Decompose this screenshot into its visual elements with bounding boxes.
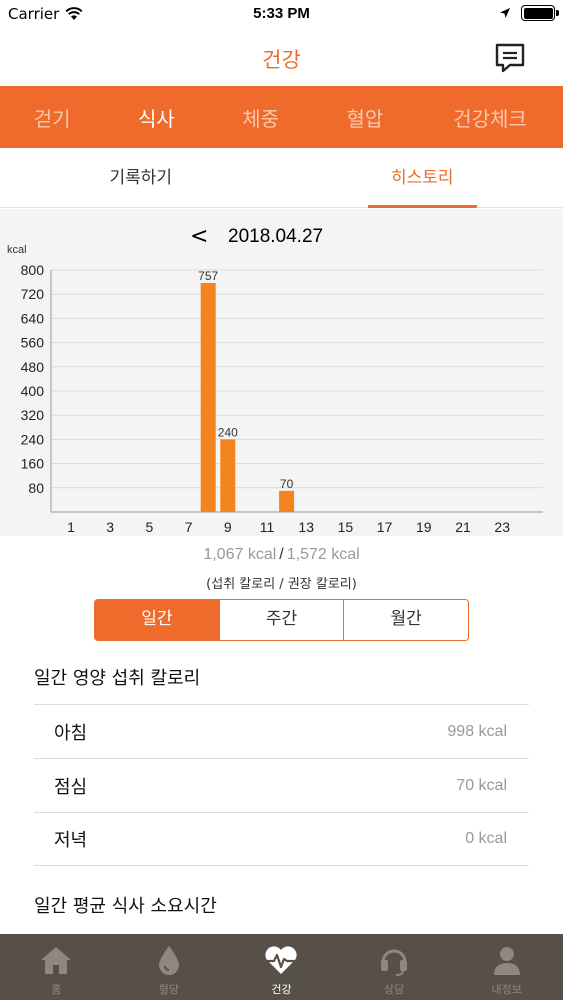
y-axis-label: kcal [7,244,27,256]
bar-value-label: 757 [198,269,218,283]
status-time: 5:33 PM [253,5,310,22]
x-tick-label: 1 [67,519,75,535]
tab-health-check[interactable]: 건강체크 [417,103,563,132]
y-tick-label: 80 [28,480,44,496]
meal-row-breakfast: 아침 998 kcal [34,704,529,758]
bar [279,490,295,512]
x-tick-label: 15 [338,519,354,535]
category-tabs: 걷기 식사 체중 혈압 건강체크 [0,86,563,148]
x-tick-label: 11 [260,519,275,535]
duration-section-title: 일간 평균 식사 소요시간 [34,896,217,917]
meal-row-dinner: 저녁 0 kcal [34,812,529,866]
nav-my-info[interactable]: 내정보 [450,934,563,1000]
status-right [499,5,559,21]
meal-name: 저녁 [54,830,88,851]
nav-blood-sugar[interactable]: 혈당 [113,934,226,1000]
x-tick-label: 23 [494,519,510,535]
bar-value-label: 240 [218,425,238,439]
x-tick-label: 3 [106,519,114,535]
y-tick-label: 400 [21,383,45,399]
period-weekly[interactable]: 주간 [218,600,344,640]
blood-drop-icon [158,946,179,975]
nav-label: 상담 [383,983,405,996]
nav-label: 건강 [271,983,292,996]
calorie-bar-chart: kcal800720640560480400320240160801 3 5 7 9 11… [7,244,543,535]
x-tick-label: 19 [416,519,432,535]
y-tick-label: 720 [21,286,45,302]
nav-label: 홈 [51,983,62,996]
x-tick-label: 21 [455,519,471,535]
totals-caption: (섭취 칼로리 / 권장 칼로리) [206,577,357,592]
period-daily[interactable]: 일간 [95,600,219,640]
meal-name: 아침 [54,722,88,744]
intake-kcal: 1,067 kcal [203,546,277,563]
bottom-nav: 홈 혈당 건강 상담 내정보 [0,934,563,1000]
nav-health[interactable]: 건강 [225,934,338,1000]
app-header: 건강 [0,30,563,86]
nav-label: 내정보 [491,983,522,996]
meal-kcal: 70 kcal [456,776,507,794]
meal-row-lunch: 점심 70 kcal [34,758,529,812]
battery-icon [521,5,559,21]
meal-kcal: 998 kcal [447,722,507,740]
y-tick-label: 320 [21,407,45,423]
bar-value-label: 70 [280,477,294,491]
meal-list: 아침 998 kcal 점심 70 kcal 저녁 0 kcal [34,704,529,866]
period-selector: 일간 주간 월간 [94,599,469,641]
page-title: 건강 [262,48,301,72]
nav-consult[interactable]: 상담 [338,934,451,1000]
tab-meal[interactable]: 식사 [104,103,208,132]
status-bar: Carrier 5:33 PM [0,0,563,30]
y-tick-label: 640 [21,310,45,326]
sub-tabs: 기록하기 히스토리 [0,148,563,208]
tab-walking[interactable]: 걷기 [0,103,104,132]
person-icon [493,947,520,975]
tab-history[interactable]: 히스토리 [282,148,563,208]
x-tick-label: 17 [377,519,393,535]
nav-label: 혈당 [158,983,180,996]
recommended-kcal: 1,572 kcal [286,546,360,563]
x-tick-label: 7 [185,519,193,535]
nav-home[interactable]: 홈 [0,934,113,1000]
tab-blood-pressure[interactable]: 혈압 [313,103,417,132]
totals-separator: / [279,546,284,563]
calorie-totals: 1,067 kcal/1,572 kcal [0,546,563,564]
headset-icon [381,949,408,976]
chat-icon[interactable] [493,41,527,75]
meal-name: 점심 [54,776,88,798]
y-tick-label: 240 [21,431,45,447]
location-arrow-icon [500,8,510,18]
tab-record[interactable]: 기록하기 [0,148,282,207]
x-tick-label: 9 [224,519,232,535]
x-tick-label: 13 [298,519,314,535]
meal-kcal: 0 kcal [465,830,507,847]
x-tick-label: 5 [146,519,154,535]
period-monthly[interactable]: 월간 [343,600,468,640]
tab-weight[interactable]: 체중 [209,103,313,132]
y-tick-label: 160 [21,456,45,472]
y-tick-label: 480 [21,359,45,375]
bar [220,439,236,512]
y-tick-label: 560 [21,335,45,351]
home-icon [41,947,72,974]
meal-section-title: 일간 영양 섭취 칼로리 [34,668,201,689]
heartbeat-icon [265,946,298,974]
y-tick-label: 800 [21,262,45,278]
bar [200,283,216,512]
